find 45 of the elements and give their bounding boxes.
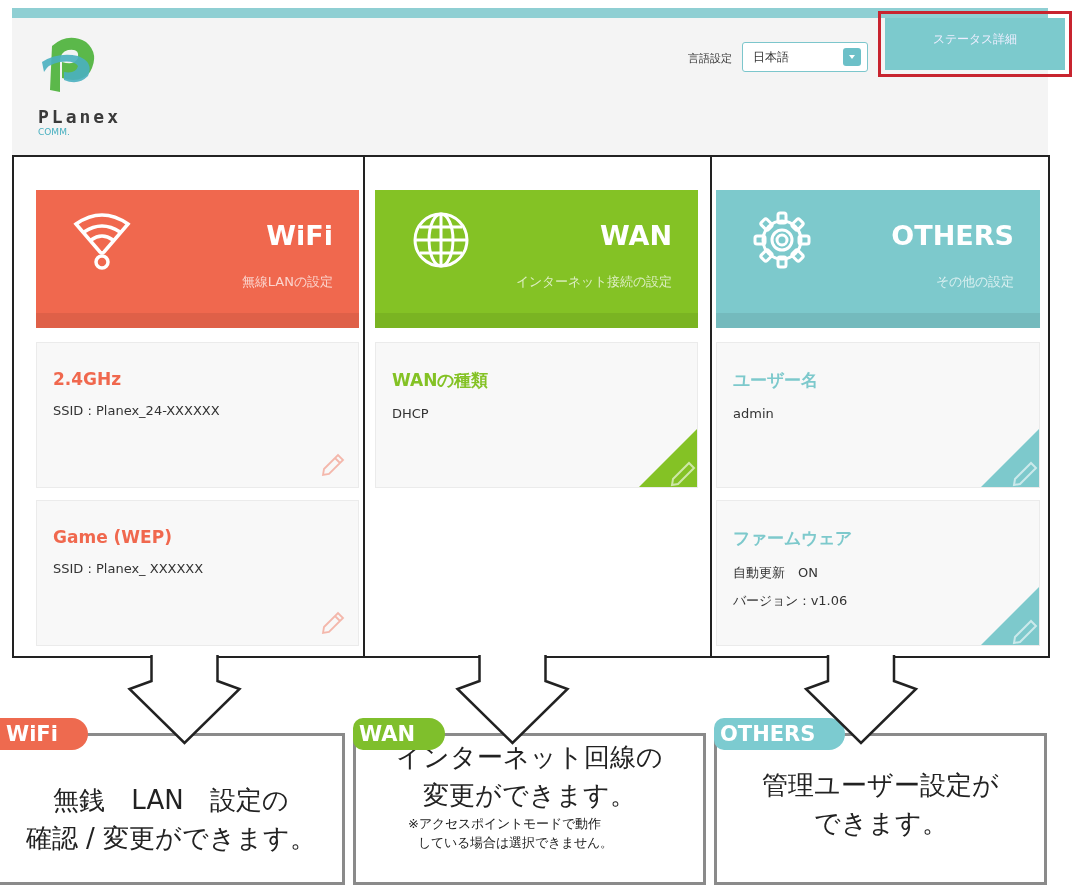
card-title: ファームウェア — [733, 527, 853, 550]
card-value: SSID : Planex_ XXXXXX — [53, 561, 205, 576]
setting-card[interactable]: 2.4GHz SSID : Planex_24-XXXXXX — [36, 342, 359, 488]
panel-subtitle: 無線LANの設定 — [241, 273, 333, 291]
callout-tag: WAN — [353, 718, 446, 750]
callout-text: 管理ユーザー設定が — [762, 769, 999, 802]
panel-subtitle: その他の設定 — [936, 273, 1014, 291]
card-value: バージョン : v1.06 — [733, 592, 849, 610]
callout-note: している場合は選択できません。 — [418, 834, 613, 852]
wifi-icon — [72, 210, 132, 270]
language-label: 言語設定 — [688, 51, 732, 66]
card-value: 自動更新 ON — [733, 564, 819, 582]
card-value: admin — [733, 406, 775, 421]
callout-text: 確認 / 変更ができます。 — [25, 822, 317, 855]
panel-title: WiFi — [266, 220, 333, 251]
card-value: SSID : Planex_24-XXXXXX — [53, 403, 221, 418]
dropdown-caret-icon — [843, 48, 861, 66]
card-value: DHCP — [392, 406, 430, 421]
panel-title: OTHERS — [891, 220, 1014, 251]
panel-title: WAN — [599, 220, 672, 251]
setting-card[interactable]: ユーザー名 admin — [716, 342, 1040, 488]
settings-icon — [752, 210, 812, 270]
card-title: Game (WEP) — [53, 527, 173, 547]
edit-corner-icon — [981, 429, 1039, 487]
setting-card[interactable]: WANの種類 DHCP — [375, 342, 698, 488]
pencil-icon — [320, 451, 346, 477]
callout-tag: WiFi — [0, 718, 88, 750]
setting-card[interactable]: Game (WEP) SSID : Planex_ XXXXXX — [36, 500, 359, 646]
edit-corner-icon — [981, 587, 1039, 645]
card-title: WANの種類 — [392, 369, 490, 392]
card-title: 2.4GHz — [53, 369, 123, 389]
brand-subtitle: COMM. — [38, 127, 71, 137]
pencil-icon — [320, 609, 346, 635]
panel-subtitle: インターネット接続の設定 — [516, 273, 672, 291]
callout-tag: OTHERS — [714, 718, 846, 750]
globe-icon — [411, 210, 471, 270]
brand-name: PLanex — [38, 106, 122, 127]
setting-card[interactable]: ファームウェア 自動更新 ON バージョン : v1.06 — [716, 500, 1040, 646]
callout-text: 変更ができます。 — [423, 779, 636, 812]
edit-corner-icon — [639, 429, 697, 487]
callout-text: 無銭 LAN 設定の — [53, 784, 289, 817]
callout-note: ※アクセスポイントモードで動作 — [408, 815, 601, 833]
language-select[interactable]: 日本語 — [742, 42, 868, 72]
callout-text: できます。 — [813, 807, 948, 840]
card-title: ユーザー名 — [733, 369, 819, 392]
